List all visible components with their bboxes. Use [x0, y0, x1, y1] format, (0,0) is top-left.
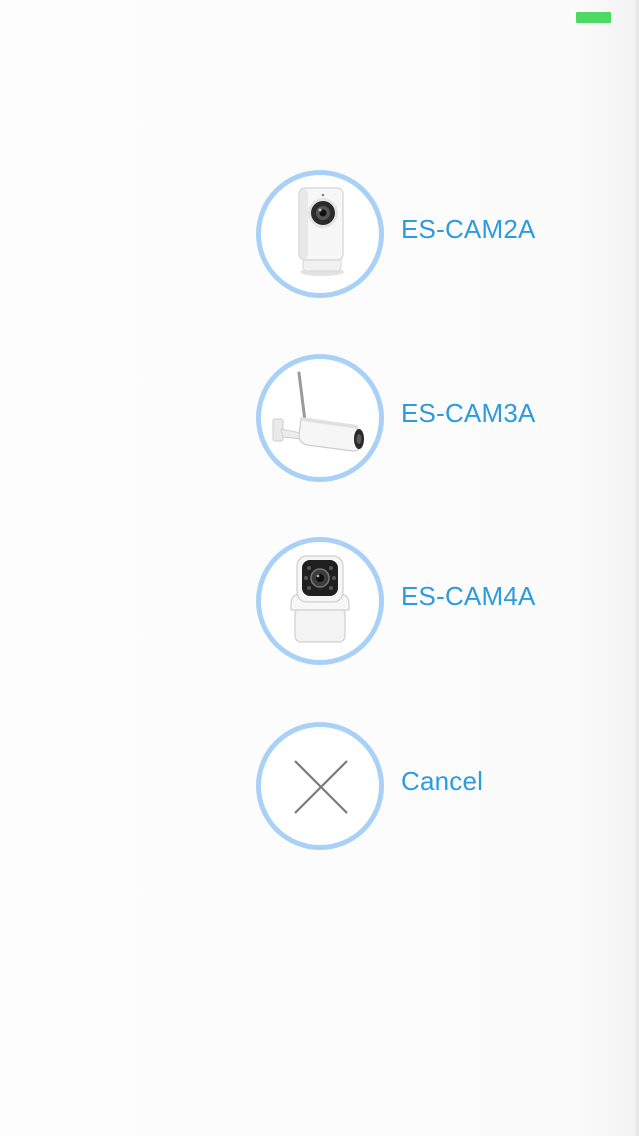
option-es-cam4a[interactable]: ES-CAM4A [256, 537, 596, 665]
option-label[interactable]: ES-CAM4A [401, 581, 536, 612]
cancel-label[interactable]: Cancel [401, 766, 483, 797]
pan-tilt-camera-icon[interactable] [256, 537, 384, 665]
cancel-option[interactable]: Cancel [256, 722, 596, 850]
status-bar [0, 0, 639, 40]
option-label[interactable]: ES-CAM2A [401, 214, 536, 245]
option-label[interactable]: ES-CAM3A [401, 398, 536, 429]
close-icon[interactable] [256, 722, 384, 850]
bullet-camera-icon[interactable] [256, 354, 384, 482]
battery-icon [576, 12, 611, 23]
cube-camera-icon[interactable] [256, 170, 384, 298]
camera-select-screen: ES-CAM2A ES-CAM3A ES-CAM4A Cancel [0, 0, 639, 1136]
option-es-cam2a[interactable]: ES-CAM2A [256, 170, 596, 298]
option-es-cam3a[interactable]: ES-CAM3A [256, 354, 596, 482]
